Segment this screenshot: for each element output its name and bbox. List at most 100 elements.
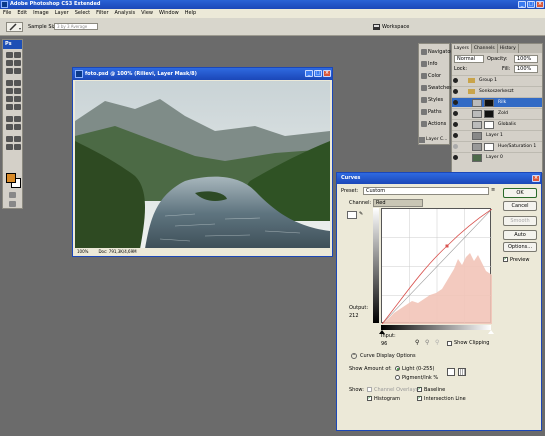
menu-edit[interactable]: Edit <box>17 9 27 18</box>
brush-tool-icon[interactable] <box>14 80 21 86</box>
visibility-eye-icon[interactable] <box>453 122 458 127</box>
white-point-slider[interactable] <box>488 330 494 334</box>
zoom-tool-icon[interactable] <box>14 144 21 150</box>
menu-select[interactable]: Select <box>75 9 90 18</box>
visibility-eye-icon[interactable] <box>453 155 458 160</box>
show-clipping-checkbox[interactable] <box>447 341 452 346</box>
layer-row-selected[interactable]: Rilk <box>452 97 542 107</box>
pen-tool-icon[interactable] <box>6 116 13 122</box>
minimize-button[interactable]: _ <box>518 1 526 8</box>
crop-tool-icon[interactable] <box>6 68 13 74</box>
draw-pencil-icon[interactable]: ✎ <box>359 211 367 219</box>
doc-maximize-button[interactable]: □ <box>314 70 322 77</box>
menu-analysis[interactable]: Analysis <box>115 9 136 18</box>
visibility-eye-icon[interactable] <box>453 111 458 116</box>
hand-tool-icon[interactable] <box>6 144 13 150</box>
menu-image[interactable]: Image <box>33 9 49 18</box>
detailed-grid-icon[interactable] <box>458 368 466 376</box>
menu-layer[interactable]: Layer <box>55 9 69 18</box>
layer-row[interactable]: Group 1 <box>452 75 542 85</box>
pigment-radio[interactable] <box>395 375 400 380</box>
healing-brush-tool-icon[interactable] <box>6 80 13 86</box>
visibility-eye-icon[interactable] <box>453 78 458 83</box>
layer-row[interactable]: Layer 0 <box>452 152 542 162</box>
river-photo-canvas[interactable] <box>75 81 330 249</box>
slice-tool-icon[interactable] <box>14 68 21 74</box>
gradient-tool-icon[interactable] <box>14 96 21 102</box>
path-selection-tool-icon[interactable] <box>6 124 13 130</box>
simple-grid-icon[interactable] <box>447 368 455 376</box>
magic-wand-tool-icon[interactable] <box>14 60 21 66</box>
blur-tool-icon[interactable] <box>6 104 13 110</box>
menu-view[interactable]: View <box>141 9 153 18</box>
menu-help[interactable]: Help <box>185 9 196 18</box>
intersection-line-checkbox[interactable] <box>417 395 422 401</box>
output-value[interactable]: 212 <box>349 313 359 319</box>
tab-channels[interactable]: Channels <box>472 44 498 53</box>
eyedropper-tool-icon[interactable] <box>14 136 21 142</box>
visibility-eye-icon[interactable] <box>453 89 458 94</box>
input-value[interactable]: 96 <box>381 341 387 347</box>
move-tool-icon[interactable] <box>6 52 13 58</box>
channel-select[interactable]: Red <box>373 199 423 207</box>
paths-panel-tab[interactable]: Paths <box>420 106 450 118</box>
layer-row[interactable]: Zold <box>452 108 542 118</box>
menu-file[interactable]: File <box>3 9 11 18</box>
actions-panel-tab[interactable]: Actions <box>420 118 450 130</box>
eraser-tool-icon[interactable] <box>6 96 13 102</box>
cancel-button[interactable]: Cancel <box>503 201 537 211</box>
doc-close-button[interactable]: × <box>323 70 331 77</box>
curve-point[interactable] <box>445 244 449 248</box>
layer-row[interactable]: Globalis <box>452 119 542 129</box>
zoom-level[interactable]: 100% <box>77 248 88 256</box>
layer-row[interactable]: Sonkoszerkeszt <box>452 86 542 96</box>
black-eyedropper-icon[interactable]: ⚲ <box>415 339 422 346</box>
lasso-tool-icon[interactable] <box>6 60 13 66</box>
layer-comps-panel-tab[interactable]: Layer C... <box>418 135 450 145</box>
auto-button[interactable]: Auto <box>503 230 537 240</box>
gray-eyedropper-icon[interactable]: ⚲ <box>425 339 432 346</box>
screen-mode-icon[interactable] <box>9 201 16 207</box>
visibility-eye-icon[interactable] <box>453 133 458 138</box>
sample-size-select[interactable]: 3 by 3 Average <box>54 23 98 30</box>
blend-mode-select[interactable]: Normal <box>454 55 484 63</box>
options-button[interactable]: Options... <box>503 242 537 252</box>
light-radio[interactable] <box>395 366 400 371</box>
visibility-eye-icon[interactable] <box>453 100 458 105</box>
layer-row[interactable]: Layer 1 <box>452 130 542 140</box>
workspace-button[interactable]: Workspace <box>372 22 412 32</box>
layer-row[interactable]: Hue/Saturation 1 <box>452 141 542 151</box>
ok-button[interactable]: OK <box>503 188 537 198</box>
tab-layers[interactable]: Layers <box>452 44 472 53</box>
menu-window[interactable]: Window <box>159 9 179 18</box>
white-eyedropper-icon[interactable]: ⚲ <box>435 339 442 346</box>
preset-select[interactable]: Custom <box>363 187 489 195</box>
fill-input[interactable]: 100% <box>514 65 538 73</box>
preset-options-icon[interactable]: ≡ <box>491 187 499 195</box>
styles-panel-tab[interactable]: Styles <box>420 94 450 106</box>
close-button[interactable]: × <box>536 1 544 8</box>
maximize-button[interactable]: □ <box>527 1 535 8</box>
histogram-checkbox[interactable] <box>367 395 372 401</box>
doc-minimize-button[interactable]: _ <box>305 70 313 77</box>
quick-mask-icon[interactable] <box>9 192 16 198</box>
menu-filter[interactable]: Filter <box>96 9 108 18</box>
notes-tool-icon[interactable] <box>6 136 13 142</box>
tab-history[interactable]: History <box>498 44 519 53</box>
swatches-panel-tab[interactable]: Swatches <box>420 82 452 94</box>
foreground-color-swatch[interactable] <box>6 173 16 183</box>
shape-tool-icon[interactable] <box>14 124 21 130</box>
baseline-checkbox[interactable] <box>417 386 422 392</box>
marquee-tool-icon[interactable] <box>14 52 21 58</box>
curves-close-button[interactable]: × <box>532 175 540 182</box>
edit-points-curve-icon[interactable] <box>347 211 357 219</box>
info-panel-tab[interactable]: Info <box>420 58 450 70</box>
dodge-tool-icon[interactable] <box>14 104 21 110</box>
visibility-eye-icon[interactable] <box>453 144 458 149</box>
color-panel-tab[interactable]: Color <box>420 70 450 82</box>
curves-graph[interactable] <box>381 208 493 325</box>
smooth-button[interactable]: Smooth <box>503 216 537 226</box>
opacity-input[interactable]: 100% <box>514 55 538 63</box>
clone-stamp-tool-icon[interactable] <box>6 88 13 94</box>
history-brush-tool-icon[interactable] <box>14 88 21 94</box>
